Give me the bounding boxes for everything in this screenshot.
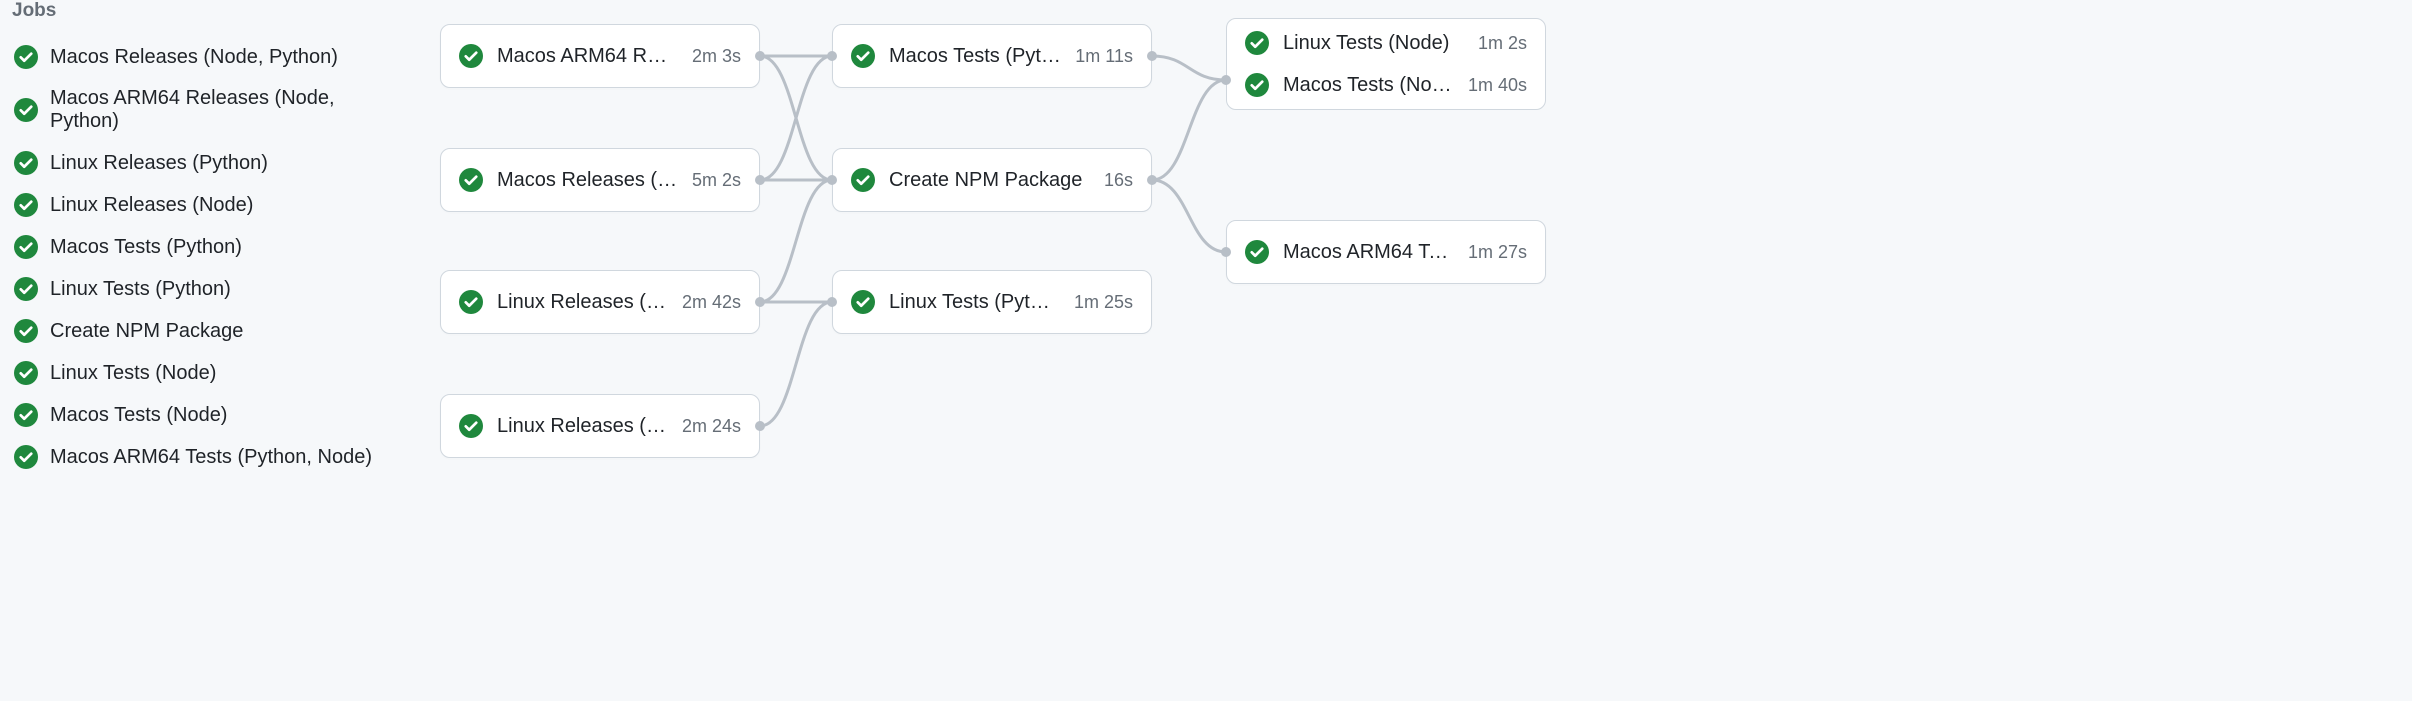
jobs-sidebar: Jobs Macos Releases (Node, Python) Macos …: [10, 0, 410, 478]
success-icon: [1245, 73, 1269, 97]
sidebar-heading: Jobs: [10, 0, 410, 22]
job-node-create-npm-package[interactable]: Create NPM Package 16s: [832, 148, 1152, 212]
port-dot: [827, 175, 837, 185]
job-node-time: 5m 2s: [692, 170, 741, 191]
job-node-time: 1m 11s: [1075, 46, 1133, 67]
sidebar-item[interactable]: Macos ARM64 Tests (Python, Node): [10, 436, 410, 478]
job-node-macos-arm64-releases[interactable]: Macos ARM64 Releases (N... 2m 3s: [440, 24, 760, 88]
sidebar-item[interactable]: Macos Tests (Node): [10, 394, 410, 436]
success-icon: [14, 235, 38, 259]
job-node-label: Macos Tests (Node): [1283, 74, 1454, 97]
workflow-graph: Macos ARM64 Releases (N... 2m 3s Macos R…: [440, 0, 2412, 701]
success-icon: [14, 361, 38, 385]
sidebar-item-label: Linux Releases (Node): [50, 194, 253, 217]
sidebar-item-label: Macos ARM64 Releases (Node, Python): [50, 87, 406, 133]
port-dot: [755, 421, 765, 431]
sidebar-item[interactable]: Linux Tests (Python): [10, 268, 410, 310]
job-node-linux-releases-python[interactable]: Linux Releases (Python) 2m 24s: [440, 394, 760, 458]
job-node-time: 1m 27s: [1468, 242, 1527, 263]
job-node-label: Linux Tests (Node): [1283, 32, 1464, 55]
sidebar-item-label: Linux Tests (Node): [50, 362, 216, 385]
job-node-label: Macos ARM64 Releases (N...: [497, 45, 678, 68]
success-icon: [14, 98, 38, 122]
sidebar-item[interactable]: Linux Releases (Python): [10, 142, 410, 184]
success-icon: [14, 445, 38, 469]
port-dot: [827, 297, 837, 307]
port-dot: [1147, 175, 1157, 185]
sidebar-item[interactable]: Linux Releases (Node): [10, 184, 410, 226]
success-icon: [1245, 240, 1269, 264]
port-dot: [1221, 247, 1231, 257]
job-node-label: Macos Releases (Node, Pyt...: [497, 169, 678, 192]
sidebar-item-label: Linux Tests (Python): [50, 278, 231, 301]
success-icon: [459, 168, 483, 192]
success-icon: [14, 193, 38, 217]
success-icon: [459, 290, 483, 314]
job-node-macos-tests-node[interactable]: Macos Tests (Node) 1m 40s: [1245, 73, 1527, 97]
job-node-time: 2m 42s: [682, 292, 741, 313]
job-node-label: Macos Tests (Python): [889, 45, 1061, 68]
job-node-macos-releases[interactable]: Macos Releases (Node, Pyt... 5m 2s: [440, 148, 760, 212]
port-dot: [755, 297, 765, 307]
job-node-group[interactable]: Linux Tests (Node) 1m 2s Macos Tests (No…: [1226, 18, 1546, 110]
sidebar-item[interactable]: Macos ARM64 Releases (Node, Python): [10, 78, 410, 142]
port-dot: [827, 51, 837, 61]
job-node-time: 16s: [1104, 170, 1133, 191]
job-node-time: 1m 2s: [1478, 33, 1527, 54]
sidebar-item-label: Macos ARM64 Tests (Python, Node): [50, 446, 372, 469]
sidebar-item-label: Macos Releases (Node, Python): [50, 46, 338, 69]
sidebar-item[interactable]: Macos Tests (Python): [10, 226, 410, 268]
sidebar-item[interactable]: Create NPM Package: [10, 310, 410, 352]
job-node-macos-arm64-tests[interactable]: Macos ARM64 Tests (Pyth... 1m 27s: [1226, 220, 1546, 284]
success-icon: [14, 403, 38, 427]
port-dot: [755, 51, 765, 61]
success-icon: [459, 44, 483, 68]
port-dot: [755, 175, 765, 185]
success-icon: [851, 168, 875, 192]
job-node-label: Linux Releases (Python): [497, 415, 668, 438]
job-node-label: Linux Releases (Node): [497, 291, 668, 314]
sidebar-item-label: Macos Tests (Node): [50, 404, 227, 427]
success-icon: [851, 290, 875, 314]
sidebar-item-label: Linux Releases (Python): [50, 152, 268, 175]
success-icon: [14, 151, 38, 175]
job-node-time: 1m 25s: [1074, 292, 1133, 313]
job-node-linux-releases-node[interactable]: Linux Releases (Node) 2m 42s: [440, 270, 760, 334]
sidebar-item-label: Macos Tests (Python): [50, 236, 242, 259]
job-node-linux-tests-node[interactable]: Linux Tests (Node) 1m 2s: [1245, 31, 1527, 55]
job-node-time: 2m 24s: [682, 416, 741, 437]
job-node-macos-tests-python[interactable]: Macos Tests (Python) 1m 11s: [832, 24, 1152, 88]
success-icon: [1245, 31, 1269, 55]
success-icon: [14, 45, 38, 69]
job-node-time: 1m 40s: [1468, 75, 1527, 96]
job-node-time: 2m 3s: [692, 46, 741, 67]
sidebar-item-label: Create NPM Package: [50, 320, 243, 343]
sidebar-item[interactable]: Macos Releases (Node, Python): [10, 36, 410, 78]
job-node-label: Macos ARM64 Tests (Pyth...: [1283, 241, 1454, 264]
job-node-label: Linux Tests (Python): [889, 291, 1060, 314]
job-node-label: Create NPM Package: [889, 169, 1090, 192]
success-icon: [14, 319, 38, 343]
success-icon: [851, 44, 875, 68]
job-node-linux-tests-python[interactable]: Linux Tests (Python) 1m 25s: [832, 270, 1152, 334]
success-icon: [14, 277, 38, 301]
port-dot: [1147, 51, 1157, 61]
success-icon: [459, 414, 483, 438]
sidebar-item[interactable]: Linux Tests (Node): [10, 352, 410, 394]
port-dot: [1221, 75, 1231, 85]
